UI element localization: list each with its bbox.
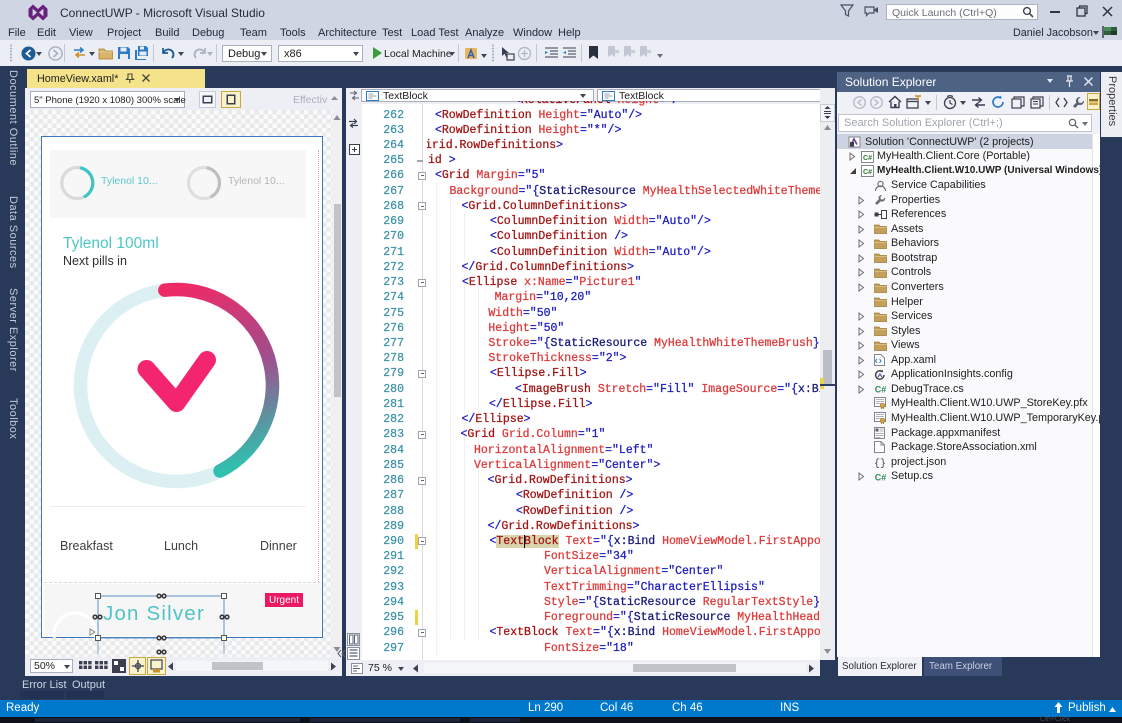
svg-text:C#: C# <box>875 385 887 395</box>
svg-text:C#: C# <box>875 472 887 482</box>
svg-text:{}: {} <box>874 458 886 468</box>
svg-text:C#: C# <box>863 154 872 161</box>
svg-text:C#: C# <box>863 169 872 176</box>
